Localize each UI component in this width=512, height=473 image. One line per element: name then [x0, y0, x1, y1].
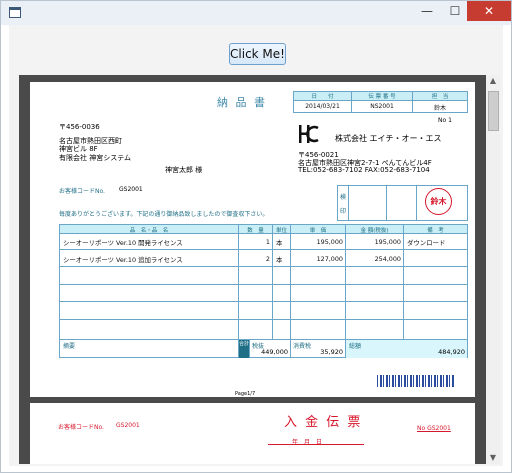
scroll-thumb[interactable] [488, 91, 499, 131]
header-slip-value: NS2001 [370, 103, 394, 110]
barcode [377, 375, 455, 387]
header-staff-value: 鈴木 [433, 105, 446, 112]
minimize-button[interactable]: — [414, 1, 440, 21]
seller-tel: TEL:052-683-7102 FAX:052-683-7104 [298, 166, 430, 174]
header-slip-label: 伝 票 番 号 [368, 94, 396, 100]
receipt-date-labels: 年 月 日 [292, 439, 323, 446]
page-number: No 1 [438, 117, 452, 124]
items-table: 品 名・品 名 数 量 単位 単 価 金 額(税抜) 備 考 シーオーリポーツ … [59, 224, 468, 358]
receipt-no: No GS2001 [417, 425, 451, 432]
pretax-value: 449,000 [261, 348, 288, 356]
row1-amount: 195,000 [374, 238, 401, 246]
table-footer: 合計 摘要 税抜 449,000 消費税 35,920 総額 484,920 [60, 339, 467, 358]
customer-company: 有限会社 神宮システム [59, 154, 132, 162]
scroll-up-icon[interactable]: ▲ [486, 75, 500, 87]
th-amount: 金 額(税抜) [360, 228, 389, 234]
header-staff-label: 担 当 [431, 94, 449, 100]
th-note: 備 考 [427, 228, 444, 234]
vertical-scrollbar[interactable]: ▲ ▼ [486, 75, 500, 464]
invoice-header-table: 日 付 伝 票 番 号 担 当 2014/03/21 NS2001 鈴木 [293, 91, 468, 113]
row2-unit: 本 [276, 256, 283, 264]
row2-qty: 2 [265, 255, 270, 263]
header-date-label: 日 付 [311, 94, 334, 100]
customer-code-label: お客様コードNo. [59, 188, 105, 195]
row1-unit: 本 [276, 239, 283, 247]
row1-name: シーオーリポーツ Ver.10 開発ライセンス [63, 239, 183, 247]
row2-name: シーオーリポーツ Ver.10 追加ライセンス [63, 256, 183, 264]
th-qty: 数 量 [247, 228, 264, 234]
stamp-label-2: 印 [340, 208, 347, 215]
seller-name: 株式会社 エイチ・オー・エス [335, 134, 442, 143]
stamp-label-1: 検 [340, 194, 347, 201]
tax-value: 35,920 [320, 348, 343, 356]
page-label: Page1/7 [235, 391, 256, 397]
report-viewer[interactable]: 納 品 書 日 付 伝 票 番 号 担 当 2014/03/21 NS2001 … [19, 75, 486, 464]
seal-stamp: 鈴木 [425, 188, 452, 215]
th-unit: 単位 [275, 228, 287, 234]
company-logo [299, 125, 319, 143]
title-bar: — ☐ ✕ [1, 1, 511, 25]
th-item: 品 名・品 名 [129, 228, 169, 234]
invoice-title: 納 品 書 [217, 96, 267, 109]
scroll-down-icon[interactable]: ▼ [486, 452, 500, 464]
app-window: — ☐ ✕ Click Me! 納 品 書 日 付 伝 票 番 号 担 当 20… [0, 0, 512, 473]
row2-amount: 254,000 [374, 255, 401, 263]
row1-price: 195,000 [316, 238, 343, 246]
receipt-code-label: お客様コードNo. [58, 424, 104, 431]
close-button[interactable]: ✕ [467, 1, 511, 21]
th-price: 単 価 [309, 228, 327, 234]
receipt-code: GS2001 [116, 422, 140, 429]
app-icon [9, 7, 21, 18]
click-me-button[interactable]: Click Me! [229, 43, 286, 65]
customer-person: 神宮太郎 様 [165, 166, 203, 174]
row1-note: ダウンロード [407, 239, 446, 247]
customer-code: GS2001 [119, 186, 143, 193]
customer-postal: 〒456-0036 [59, 123, 100, 131]
receipt-page: お客様コードNo. GS2001 入 金 伝 票 年 月 日 No GS2001 [30, 403, 475, 464]
row2-price: 127,000 [316, 255, 343, 263]
maximize-button[interactable]: ☐ [442, 1, 468, 21]
thanks-message: 毎度ありがとうございます。下記の通り御納品致しましたので御査収下さい。 [59, 211, 269, 218]
invoice-page: 納 品 書 日 付 伝 票 番 号 担 当 2014/03/21 NS2001 … [30, 82, 475, 397]
header-date-value: 2014/03/21 [305, 103, 340, 110]
memo-label: 摘要 [63, 343, 76, 350]
receipt-title: 入 金 伝 票 [284, 415, 363, 430]
row1-qty: 1 [265, 238, 270, 246]
grand-value: 484,920 [438, 348, 465, 356]
total-label: 合計 [239, 340, 249, 358]
